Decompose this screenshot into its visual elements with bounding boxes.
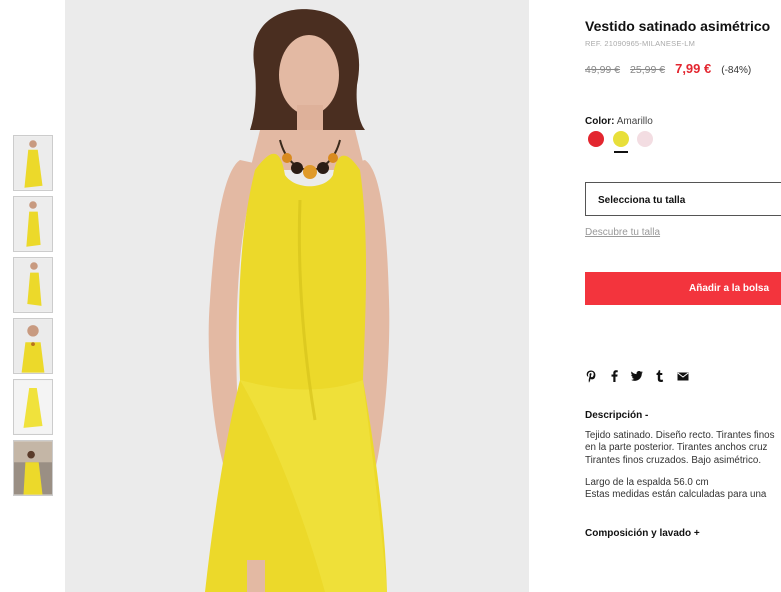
thumbnail-image [14,258,52,312]
thumbnail-3[interactable] [13,257,53,313]
color-swatches [588,131,668,155]
thumbnail-5[interactable] [13,379,53,435]
selected-swatch-indicator [614,151,628,153]
thumbnail-image [14,197,52,251]
swatch-yellow[interactable] [613,131,629,147]
swatch-red[interactable] [588,131,604,147]
measurements-body: Largo de la espalda 56.0 cm Estas medida… [585,477,781,502]
previous-price: 25,99 € [630,64,666,76]
color-value: Amarillo [616,116,653,127]
current-price: 7,99 € [675,61,712,76]
price-row: 49,99 € 25,99 € 7,99 € (-84%) [585,61,751,76]
description-heading[interactable]: Descripción - [585,410,648,421]
swatch-pink[interactable] [637,131,653,147]
thumbnail-image [14,380,52,434]
thumbnail-image [14,136,52,190]
product-reference: REF. 21090965-MILANESE-LM [585,39,696,48]
original-price: 49,99 € [585,64,621,76]
description-body: Tejido satinado. Diseño recto. Tirantes … [585,430,781,467]
thumbnail-image [14,441,52,495]
description-line: Tejido satinado. Diseño recto. Tirantes … [585,430,775,441]
size-guide-link[interactable]: Descubre tu talla [585,227,660,238]
pinterest-icon[interactable] [585,369,597,383]
tumblr-icon[interactable] [654,369,666,383]
thumbnail-image [14,319,52,373]
description-line: en la parte posterior. Tirantes anchos c… [585,442,768,454]
thumbnail-6[interactable] [13,440,53,496]
twitter-icon[interactable] [631,369,643,383]
product-title: Vestido satinado asimétrico [585,18,771,34]
size-select[interactable]: Selecciona tu talla [585,182,781,216]
composition-heading[interactable]: Composición y lavado + [585,528,700,539]
color-row: Color: Amarillo [585,116,653,127]
product-info-panel: Vestido satinado asimétrico REF. 2109096… [585,0,781,592]
thumbnail-2[interactable] [13,196,53,252]
add-to-bag-button[interactable]: Añadir a la bolsa [585,272,781,305]
discount-badge: (-84%) [721,65,752,76]
thumbnail-1[interactable] [13,135,53,191]
thumbnail-4[interactable] [13,318,53,374]
main-product-image[interactable] [65,0,529,592]
measurement-line: Largo de la espalda 56.0 cm [585,477,709,488]
model-in-dress-illustration [65,0,529,592]
share-icons [585,368,700,384]
facebook-icon[interactable] [608,369,620,383]
measurement-line: Estas medidas están calculadas para una [585,489,767,501]
email-icon[interactable] [677,369,689,383]
color-label: Color: [585,116,615,127]
description-line: Tirantes finos cruzados. Bajo asimétrico… [585,454,762,466]
